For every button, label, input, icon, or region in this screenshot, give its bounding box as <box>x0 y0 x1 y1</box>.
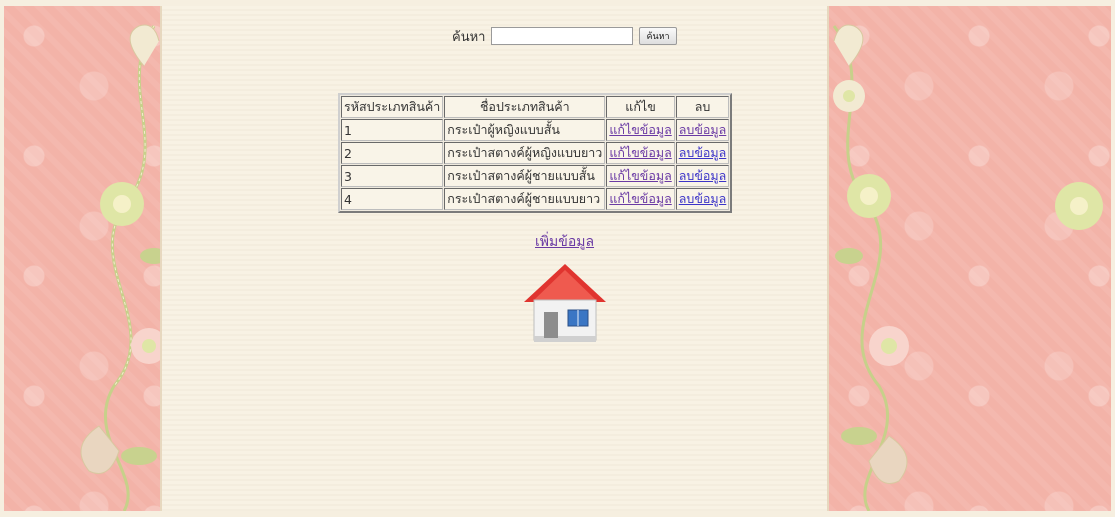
column-header-name: ชื่อประเภทสินค้า <box>444 96 606 118</box>
search-input[interactable] <box>491 27 634 45</box>
product-category-table: รหัสประเภทสินค้า ชื่อประเภทสินค้า แก้ไข … <box>338 93 733 213</box>
delete-link[interactable]: ลบข้อมูล <box>679 145 727 160</box>
table-header-row: รหัสประเภทสินค้า ชื่อประเภทสินค้า แก้ไข … <box>341 96 730 118</box>
cell-name: กระเป๋าผู้หญิงแบบสั้น <box>444 119 606 141</box>
content-panel <box>162 6 829 511</box>
search-button[interactable]: ค้นหา <box>639 27 677 45</box>
edit-link[interactable]: แก้ไขข้อมูล <box>609 145 671 160</box>
search-bar: ค้นหา ค้นหา <box>452 26 677 46</box>
page-frame: ค้นหา ค้นหา รหัสประเภทสินค้า ชื่อประเภทส… <box>4 6 1111 511</box>
cell-id: 2 <box>341 142 444 164</box>
floral-vine-decoration <box>832 24 1103 511</box>
cell-name: กระเป๋าสตางค์ผู้ชายแบบยาว <box>444 188 606 210</box>
table-row: 3 กระเป๋าสตางค์ผู้ชายแบบสั้น แก้ไขข้อมูล… <box>341 165 730 187</box>
column-header-id: รหัสประเภทสินค้า <box>341 96 444 118</box>
add-data-link[interactable]: เพิ่มข้อมูล <box>535 231 594 253</box>
delete-link[interactable]: ลบข้อมูล <box>679 122 727 137</box>
cell-edit: แก้ไขข้อมูล <box>606 142 675 164</box>
right-floral-panel <box>827 6 1111 511</box>
edit-link[interactable]: แก้ไขข้อมูล <box>609 168 671 183</box>
cell-delete: ลบข้อมูล <box>675 165 730 187</box>
floral-vine-decoration <box>80 24 160 511</box>
table-row: 4 กระเป๋าสตางค์ผู้ชายแบบยาว แก้ไขข้อมูล … <box>341 188 730 210</box>
cell-name: กระเป๋าสตางค์ผู้ชายแบบสั้น <box>444 165 606 187</box>
edit-link[interactable]: แก้ไขข้อมูล <box>609 191 671 206</box>
cell-edit: แก้ไขข้อมูล <box>606 119 675 141</box>
delete-link[interactable]: ลบข้อมูล <box>679 191 727 206</box>
cell-delete: ลบข้อมูล <box>675 119 730 141</box>
column-header-delete: ลบ <box>675 96 730 118</box>
cell-edit: แก้ไขข้อมูล <box>606 165 675 187</box>
edit-link[interactable]: แก้ไขข้อมูล <box>609 122 671 137</box>
cell-name: กระเป๋าสตางค์ผู้หญิงแบบยาว <box>444 142 606 164</box>
home-icon[interactable] <box>522 262 608 346</box>
column-header-edit: แก้ไข <box>606 96 675 118</box>
cell-id: 4 <box>341 188 444 210</box>
cell-id: 3 <box>341 165 444 187</box>
cell-delete: ลบข้อมูล <box>675 188 730 210</box>
table-row: 1 กระเป๋าผู้หญิงแบบสั้น แก้ไขข้อมูล ลบข้… <box>341 119 730 141</box>
cell-delete: ลบข้อมูล <box>675 142 730 164</box>
cell-edit: แก้ไขข้อมูล <box>606 188 675 210</box>
search-label: ค้นหา <box>452 29 486 45</box>
cell-id: 1 <box>341 119 444 141</box>
delete-link[interactable]: ลบข้อมูล <box>679 168 727 183</box>
left-floral-panel <box>4 6 162 511</box>
table-row: 2 กระเป๋าสตางค์ผู้หญิงแบบยาว แก้ไขข้อมูล… <box>341 142 730 164</box>
